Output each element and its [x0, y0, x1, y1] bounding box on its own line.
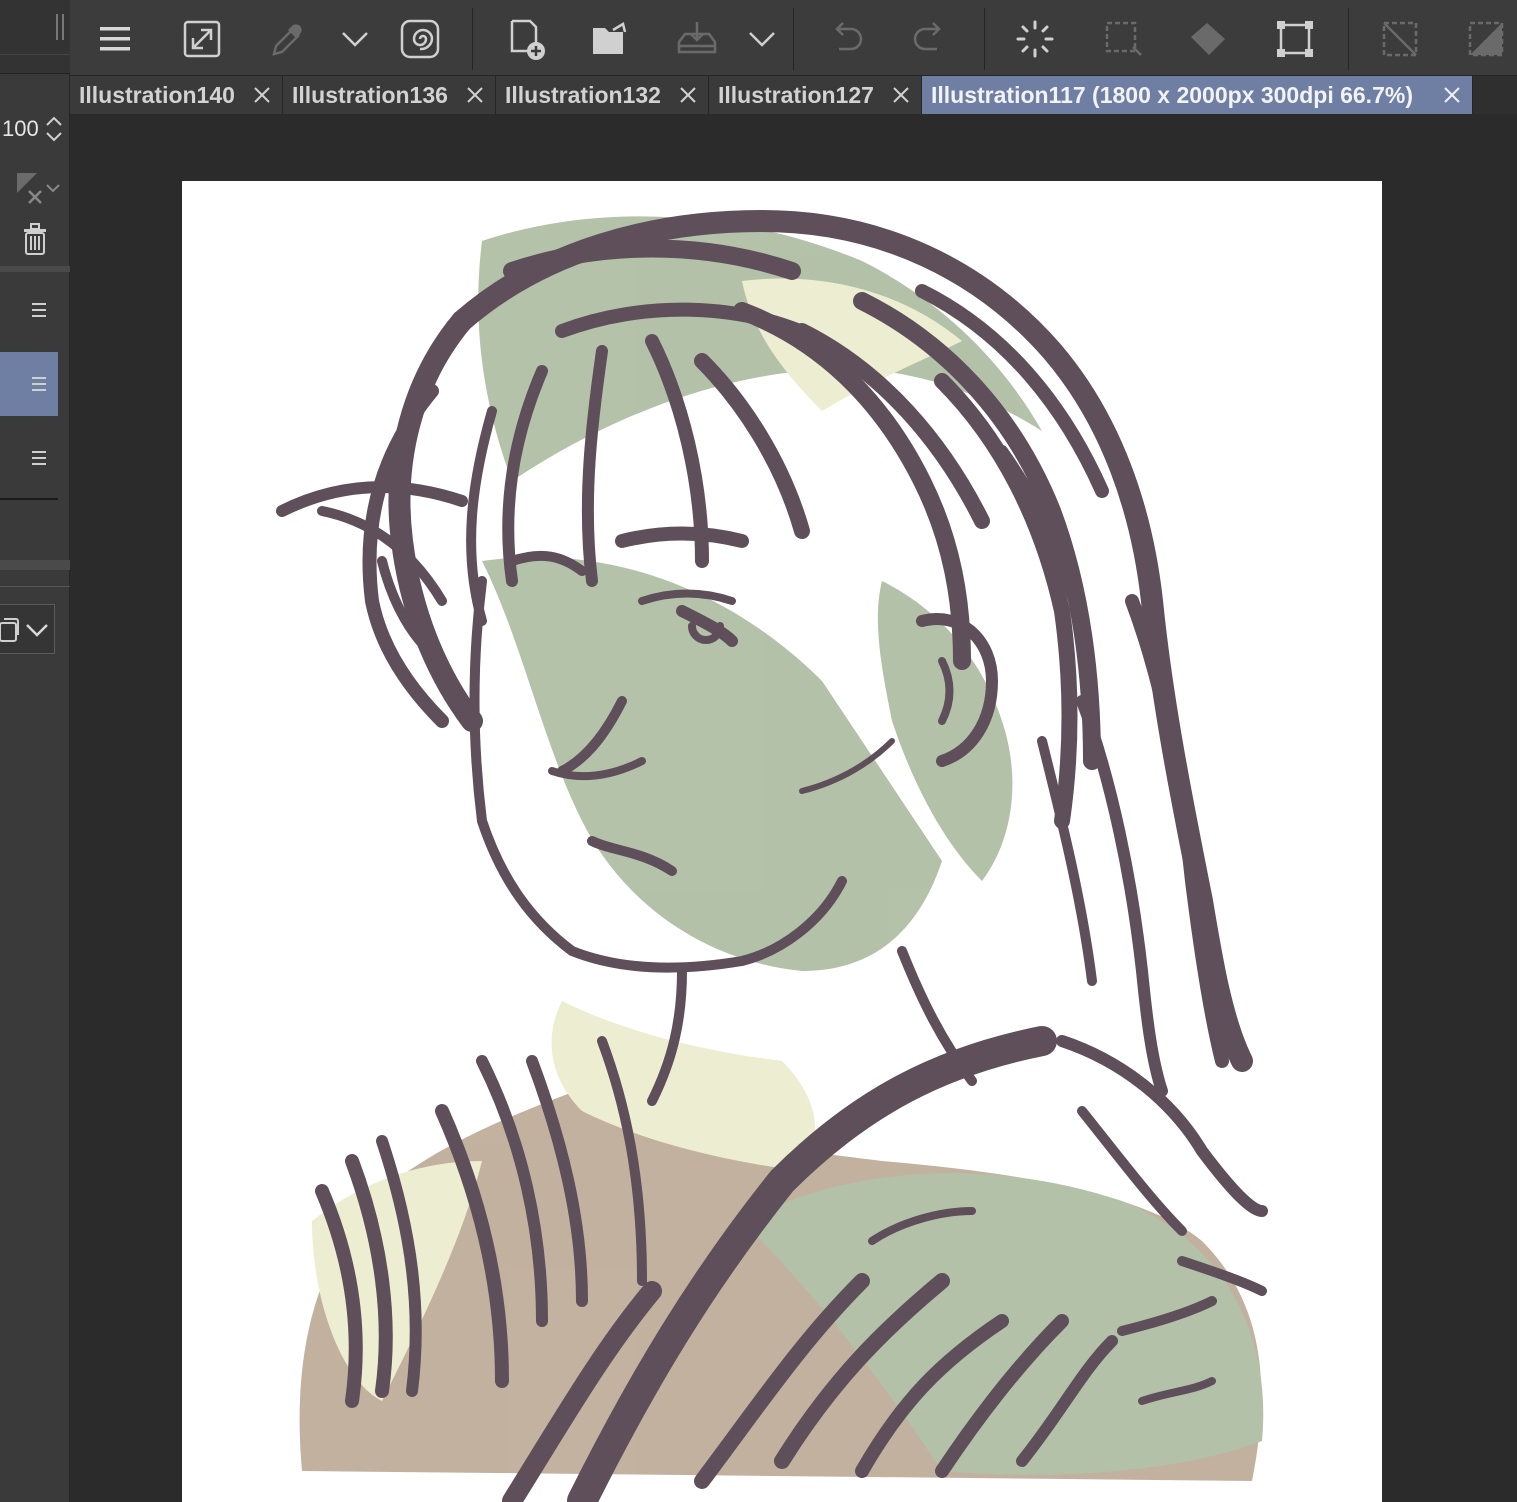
command-bar [70, 0, 1517, 76]
clip-layer-icon [17, 173, 60, 204]
deselect-button[interactable] [1371, 10, 1429, 68]
delete-layer-button[interactable] [0, 214, 70, 264]
toolbar-separator [984, 8, 985, 70]
chevron-down-icon [749, 32, 775, 47]
layer-list-end [0, 498, 58, 500]
tab-illustration127[interactable]: Illustration127 [709, 76, 922, 114]
eyedropper-button[interactable] [258, 10, 316, 68]
save-dropdown[interactable] [733, 10, 791, 68]
undo-button[interactable] [816, 10, 874, 68]
close-icon[interactable] [252, 85, 272, 105]
undo-icon [835, 22, 863, 51]
spiral-button[interactable] [391, 10, 449, 68]
tab-illustration136[interactable]: Illustration136 [283, 76, 496, 114]
tab-label: Illustration136 [292, 81, 448, 108]
selection-icon [1105, 21, 1142, 56]
opacity-value[interactable]: 100 [2, 116, 39, 142]
close-icon[interactable] [891, 85, 911, 105]
tab-illustration117[interactable]: Illustration117 (1800 x 2000px 300dpi 66… [922, 76, 1473, 114]
panel-dropdown[interactable] [0, 604, 55, 654]
tab-illustration140[interactable]: Illustration140 [70, 76, 283, 114]
new-file-icon [510, 19, 545, 60]
open-file-button[interactable] [582, 10, 640, 68]
transform-button[interactable] [1266, 10, 1324, 68]
toolbar-separator [1348, 8, 1349, 70]
close-icon[interactable] [1442, 85, 1462, 105]
deselect-icon [1382, 21, 1418, 57]
shape-icon [1468, 21, 1504, 57]
drawing-canvas[interactable] [182, 181, 1382, 1502]
layer-row-selected[interactable] [0, 352, 58, 416]
tab-label: Illustration117 (1800 x 2000px 300dpi 66… [931, 81, 1413, 108]
chevron-down-icon [26, 624, 48, 637]
download-tray-icon [677, 22, 717, 54]
opacity-control[interactable]: 100 [0, 112, 70, 146]
tab-label: Illustration132 [505, 81, 661, 108]
copy-icon [0, 618, 19, 642]
loading-icon [1016, 20, 1054, 58]
panel-grip-handle[interactable] [56, 14, 64, 40]
eyedropper-icon [272, 24, 302, 56]
menu-button[interactable] [86, 10, 144, 68]
toolbar-separator [793, 8, 794, 70]
panel-divider [0, 586, 70, 587]
open-folder-icon [593, 22, 627, 54]
redo-icon [913, 22, 941, 51]
spiral-icon [400, 19, 440, 59]
tab-label: Illustration127 [718, 81, 874, 108]
app-window: 100 Illustration140 Illustration136 Illu… [0, 0, 1517, 1502]
fill-button[interactable] [1180, 10, 1238, 68]
select-button[interactable] [1094, 10, 1152, 68]
invert-selection-button[interactable] [1457, 10, 1515, 68]
toolbar-separator [472, 8, 473, 70]
spinner-arrows-icon[interactable] [44, 114, 64, 144]
chevron-down-icon [342, 32, 368, 47]
layer-row[interactable] [0, 278, 58, 342]
resize-canvas-icon [183, 20, 221, 58]
menu-icon [100, 27, 130, 51]
eyedropper-dropdown[interactable] [326, 10, 384, 68]
loading-indicator [1006, 10, 1064, 68]
close-icon[interactable] [465, 85, 485, 105]
layer-menu-icon[interactable] [32, 303, 46, 317]
layer-menu-icon[interactable] [32, 451, 46, 465]
layer-menu-icon[interactable] [32, 377, 46, 391]
document-tabs: Illustration140 Illustration136 Illustra… [70, 76, 1517, 114]
panel-divider [0, 560, 70, 570]
layer-panel: 100 [0, 0, 70, 1502]
new-file-button[interactable] [497, 10, 555, 68]
panel-divider [0, 266, 70, 272]
close-icon[interactable] [678, 85, 698, 105]
fill-bucket-icon [1191, 23, 1225, 55]
panel-header [0, 0, 70, 74]
transform-icon [1277, 21, 1313, 57]
resize-canvas-button[interactable] [173, 10, 231, 68]
tab-illustration132[interactable]: Illustration132 [496, 76, 709, 114]
layer-row[interactable] [0, 426, 58, 490]
trash-icon [24, 223, 46, 255]
portrait-illustration [276, 210, 1268, 1502]
save-button[interactable] [668, 10, 726, 68]
panel-divider [0, 54, 70, 55]
tab-label: Illustration140 [79, 81, 235, 108]
redo-button[interactable] [902, 10, 960, 68]
clipping-toggle[interactable] [0, 160, 70, 210]
